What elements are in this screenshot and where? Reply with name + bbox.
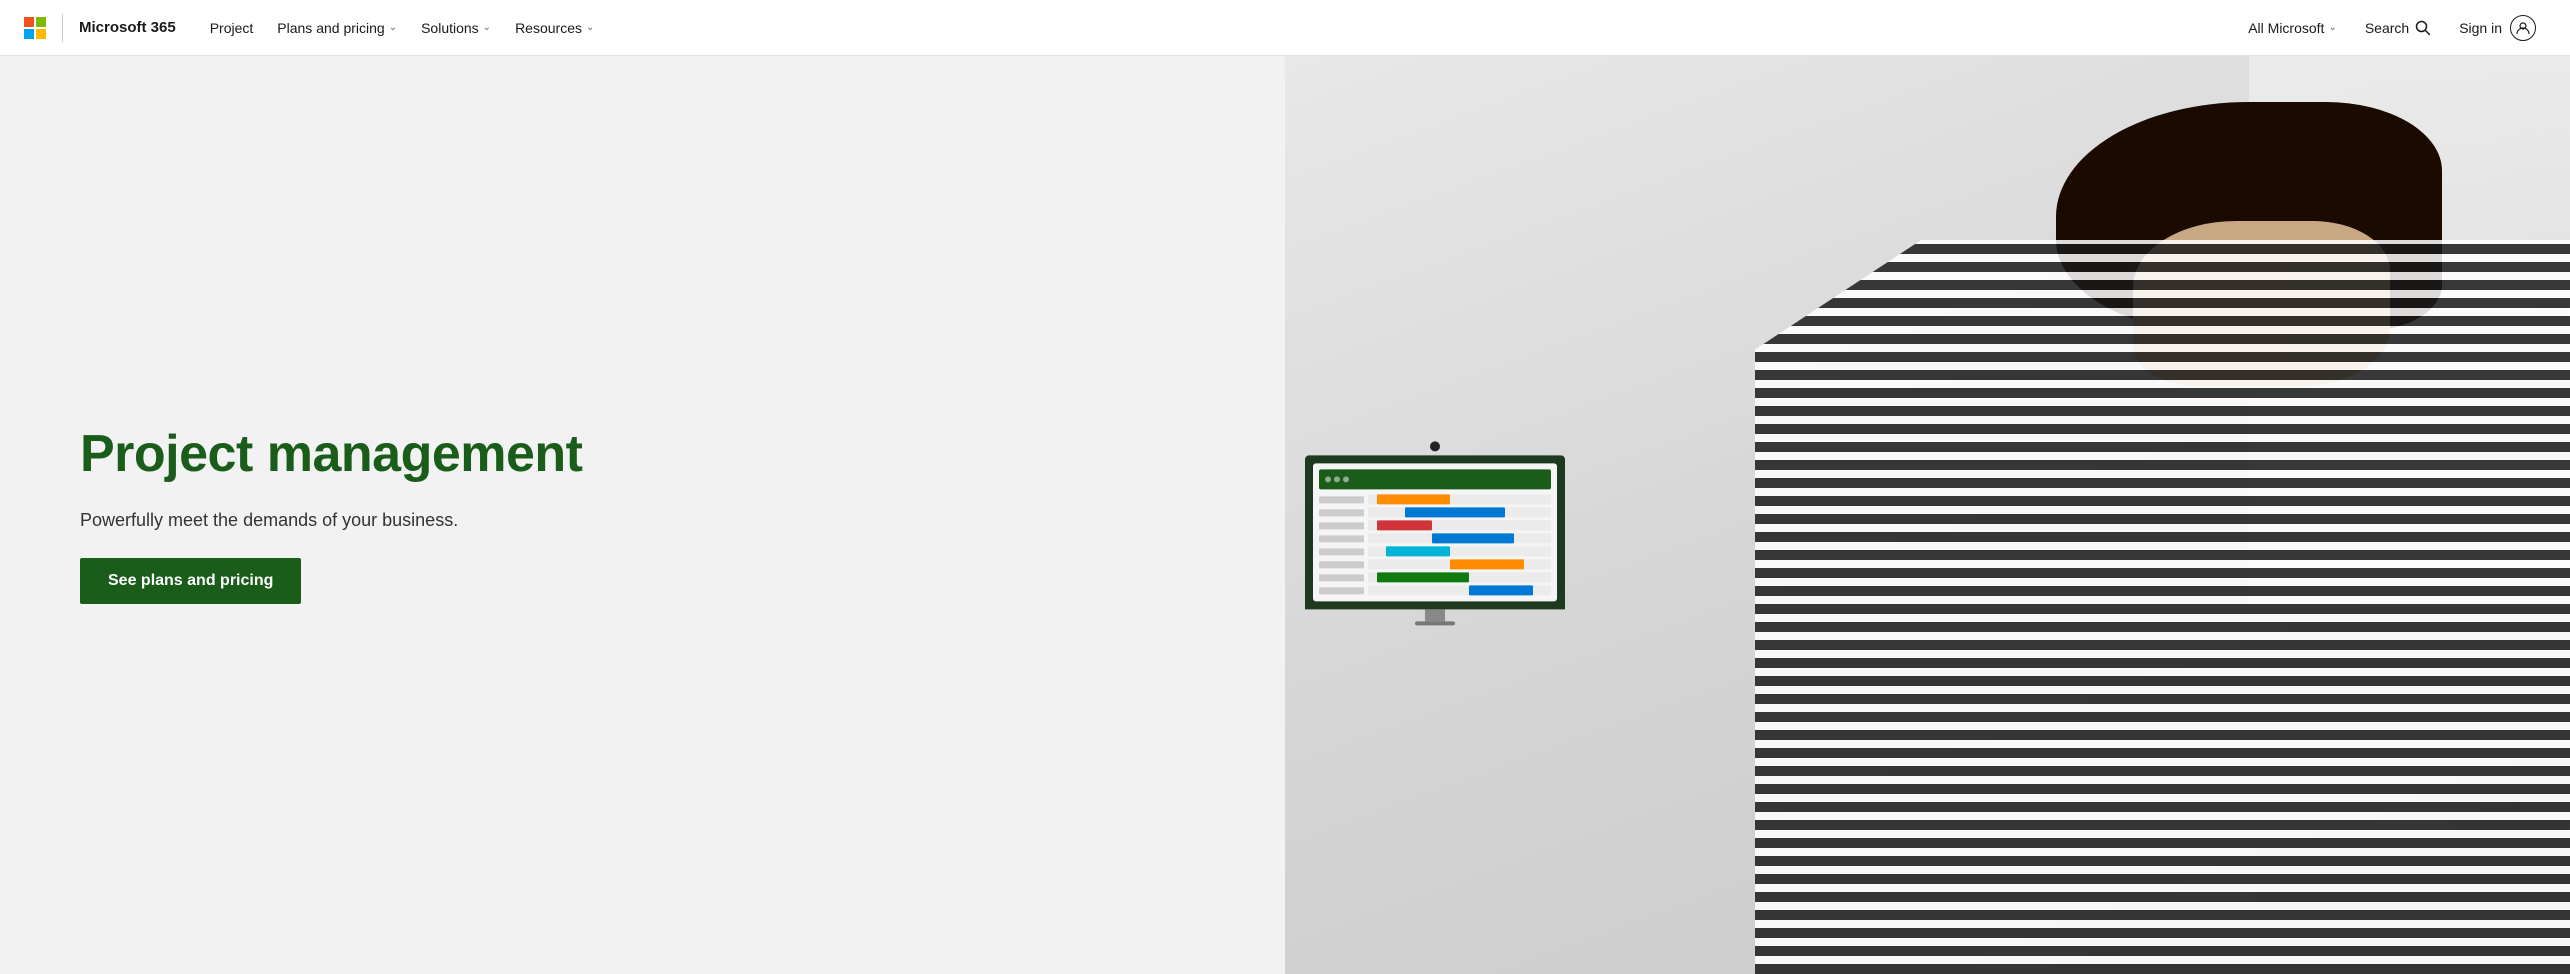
hero-section: Project management Powerfully meet the d…	[0, 56, 2570, 974]
gantt-row-3	[1319, 520, 1551, 530]
row-label-8	[1319, 587, 1364, 594]
product-name: Microsoft 365	[79, 19, 176, 36]
user-avatar-icon	[2510, 15, 2536, 41]
header-dot-2	[1334, 476, 1340, 482]
gantt-header-bar	[1319, 469, 1551, 489]
header-dot-3	[1343, 476, 1349, 482]
solutions-chevron-icon: ⌄	[483, 22, 491, 33]
row-label-1	[1319, 496, 1364, 503]
row-bar-area-7	[1368, 572, 1551, 582]
logo-green	[36, 17, 46, 27]
webcam-icon	[1430, 441, 1440, 451]
hero-subheading: Powerfully meet the demands of your busi…	[80, 507, 1225, 534]
gantt-header-dots	[1325, 476, 1349, 482]
row-label-6	[1319, 561, 1364, 568]
hero-heading: Project management	[80, 426, 1225, 483]
row-bar-5	[1386, 546, 1450, 556]
microsoft-logo	[24, 17, 46, 39]
row-label-2	[1319, 509, 1364, 516]
plans-chevron-icon: ⌄	[389, 22, 397, 33]
resources-chevron-icon: ⌄	[586, 22, 594, 33]
row-bar-area-5	[1368, 546, 1551, 556]
search-button[interactable]: Search	[2355, 14, 2441, 42]
gantt-row-1	[1319, 494, 1551, 504]
person-shirt	[1755, 240, 2570, 974]
nav-resources[interactable]: Resources ⌄	[505, 14, 604, 42]
gantt-chart	[1313, 463, 1557, 601]
row-bar-4	[1432, 533, 1514, 543]
gantt-rows	[1319, 494, 1551, 595]
gantt-row-8	[1319, 585, 1551, 595]
row-bar-6	[1450, 559, 1523, 569]
nav-project[interactable]: Project	[200, 14, 264, 42]
gantt-row-7	[1319, 572, 1551, 582]
row-bar-area-8	[1368, 585, 1551, 595]
monitor-screen	[1305, 455, 1565, 609]
hero-right-image	[1285, 56, 2570, 974]
row-label-4	[1319, 535, 1364, 542]
nav-plans[interactable]: Plans and pricing ⌄	[267, 14, 407, 42]
nav-links: Project Plans and pricing ⌄ Solutions ⌄ …	[200, 14, 2239, 42]
row-label-7	[1319, 574, 1364, 581]
row-bar-area-6	[1368, 559, 1551, 569]
logo-blue	[24, 29, 34, 39]
row-bar-area-2	[1368, 507, 1551, 517]
logo-yellow	[36, 29, 46, 39]
row-bar-2	[1405, 507, 1506, 517]
navbar: Microsoft 365 Project Plans and pricing …	[0, 0, 2570, 56]
row-label-5	[1319, 548, 1364, 555]
row-bar-area-1	[1368, 494, 1551, 504]
row-bar-8	[1469, 585, 1533, 595]
hero-left-content: Project management Powerfully meet the d…	[0, 56, 1285, 974]
row-bar-area-4	[1368, 533, 1551, 543]
row-bar-area-3	[1368, 520, 1551, 530]
all-microsoft-chevron-icon: ⌄	[2328, 22, 2336, 33]
row-label-3	[1319, 522, 1364, 529]
row-bar-7	[1377, 572, 1469, 582]
row-bar-3	[1377, 520, 1432, 530]
brand-area: Microsoft 365	[24, 14, 176, 42]
monitor-stand	[1425, 609, 1445, 621]
search-icon	[2415, 20, 2431, 36]
gantt-row-2	[1319, 507, 1551, 517]
gantt-row-4	[1319, 533, 1551, 543]
row-bar-1	[1377, 494, 1450, 504]
all-microsoft-button[interactable]: All Microsoft ⌄	[2238, 14, 2347, 42]
hero-monitor	[1305, 441, 1565, 625]
hero-image-container	[1285, 56, 2570, 974]
logo-red	[24, 17, 34, 27]
gantt-row-6	[1319, 559, 1551, 569]
nav-solutions[interactable]: Solutions ⌄	[411, 14, 501, 42]
signin-button[interactable]: Sign in	[2449, 9, 2546, 47]
header-dot-1	[1325, 476, 1331, 482]
cta-button[interactable]: See plans and pricing	[80, 558, 301, 604]
brand-divider	[62, 14, 63, 42]
gantt-row-5	[1319, 546, 1551, 556]
monitor-base	[1415, 621, 1455, 625]
nav-right: All Microsoft ⌄ Search Sign in	[2238, 9, 2546, 47]
